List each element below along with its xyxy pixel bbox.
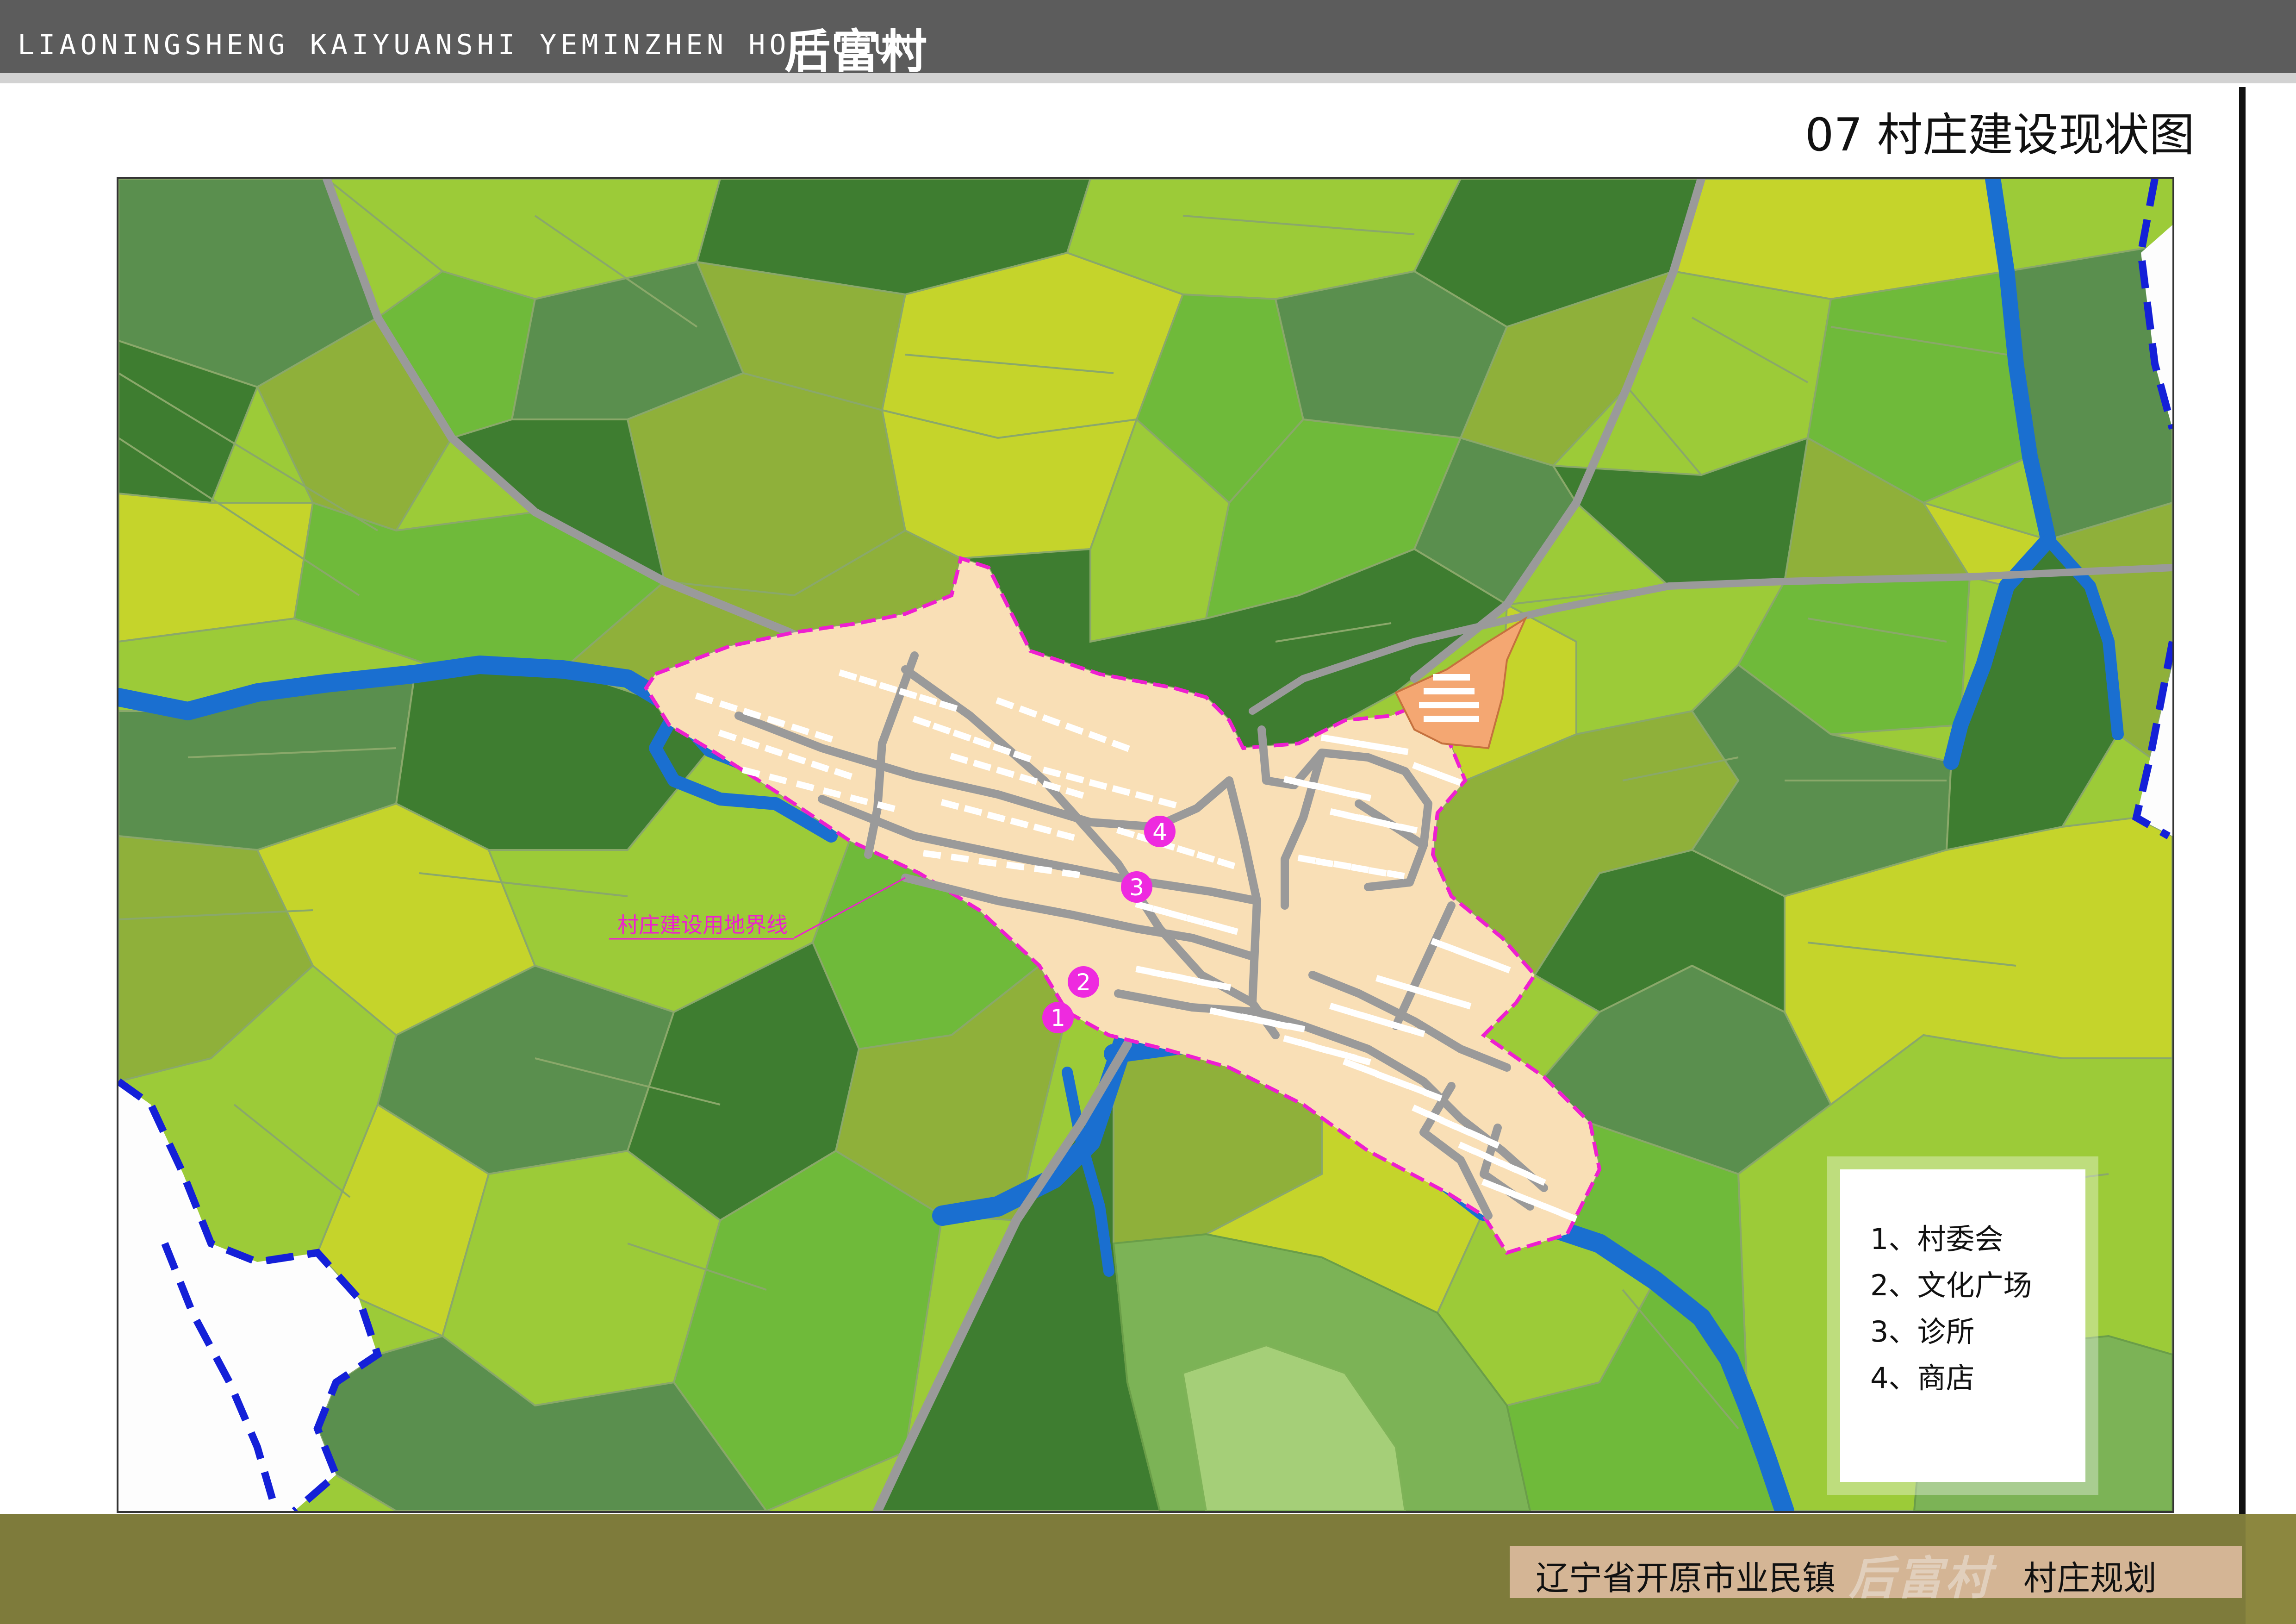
header-strip	[0, 73, 2296, 83]
marker-1[interactable]: 1	[1042, 1002, 1074, 1033]
plate-title: 07 村庄建设现状图	[1805, 109, 2195, 162]
footer-plan: 村庄规划	[2023, 1559, 2157, 1598]
legend-box: 1、村委会 2、文化广场 3、诊所 4、商店	[1840, 1169, 2085, 1482]
map-frame[interactable]: 村庄建设用地界线 1 2 3 4 1、村委会 2、文化广场 3、诊所 4、商店	[117, 177, 2174, 1513]
footer-village-name: 后富村	[1849, 1552, 1994, 1605]
legend-item-clinic: 3、诊所	[1870, 1315, 1975, 1349]
legend-item-village-committee: 1、村委会	[1870, 1222, 2004, 1256]
side-rule	[2239, 87, 2246, 1531]
marker-4-label: 4	[1152, 818, 1167, 845]
field-divider	[233, 1104, 351, 1198]
footer-end-block	[2246, 1514, 2296, 1624]
footer-location: 辽宁省开原市业民镇	[1536, 1559, 1836, 1598]
header-latin-title: LIAONINGSHENG KAIYUANSHI YEMINZHEN HOUFU…	[18, 29, 916, 61]
header-village-name: 后富村	[784, 25, 929, 79]
legend-item-shop: 4、商店	[1870, 1361, 1975, 1395]
legend-item-culture-square: 2、文化广场	[1870, 1268, 2032, 1302]
marker-4[interactable]: 4	[1144, 816, 1176, 847]
marker-2[interactable]: 2	[1068, 966, 1099, 998]
marker-3[interactable]: 3	[1121, 871, 1152, 903]
marker-1-label: 1	[1051, 1005, 1065, 1031]
marker-2-label: 2	[1076, 969, 1091, 996]
marker-3-label: 3	[1129, 874, 1144, 901]
boundary-label: 村庄建设用地界线	[617, 912, 788, 937]
